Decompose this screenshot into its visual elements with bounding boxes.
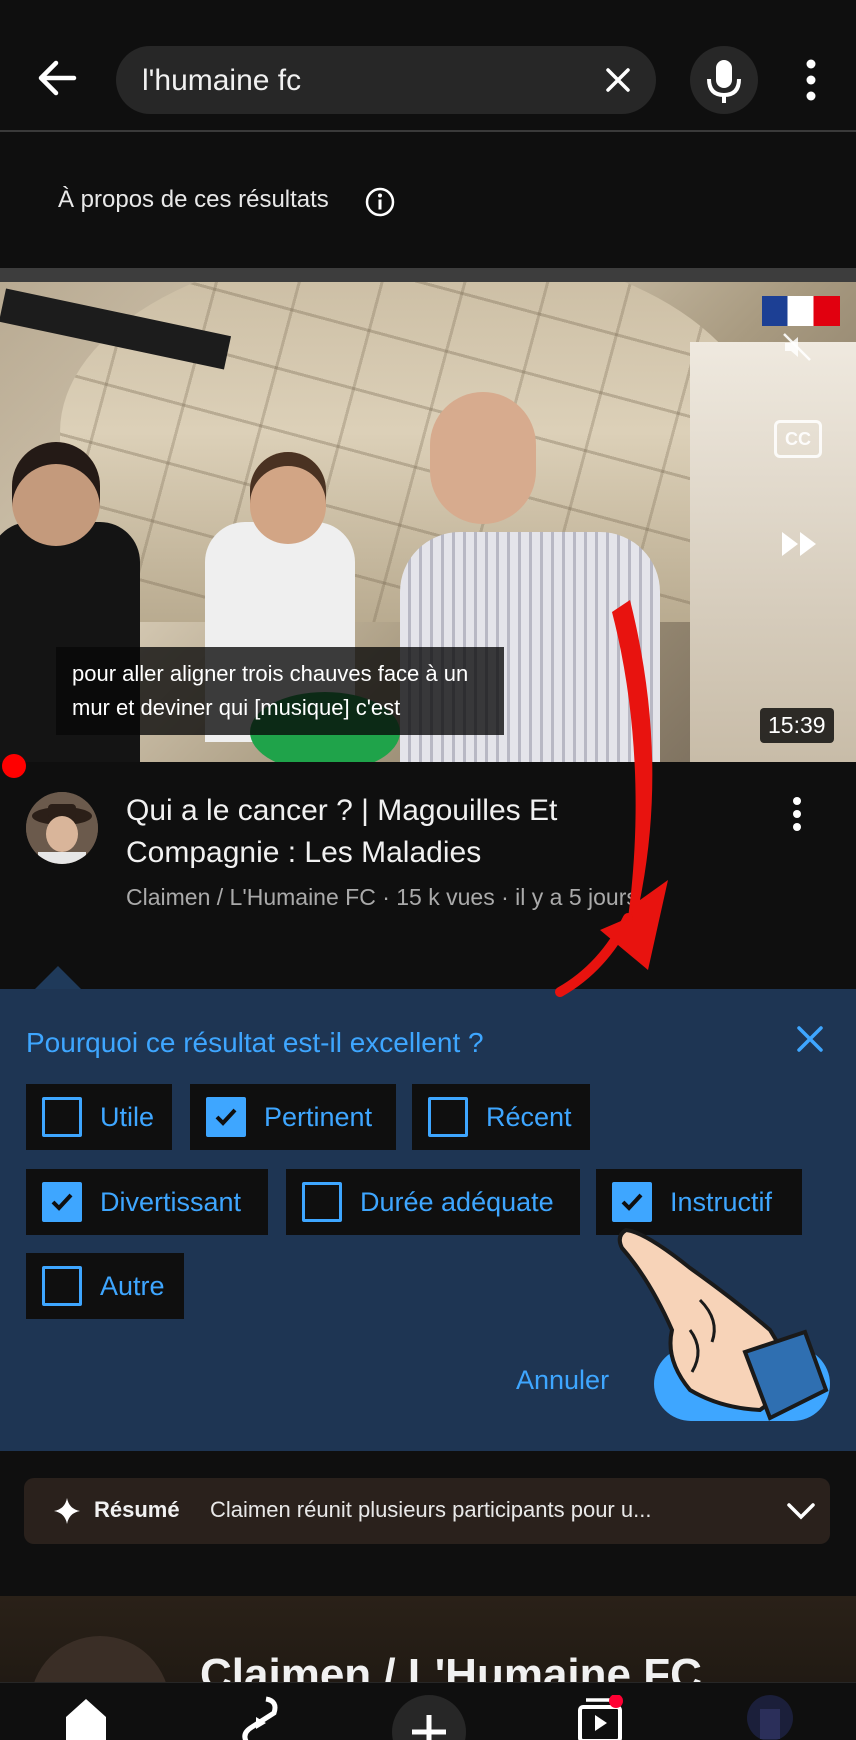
voice-search-button[interactable] [690,46,758,114]
video-title[interactable]: Qui a le cancer ? | Magouilles Et Compag… [126,790,626,874]
checkbox[interactable] [302,1182,342,1222]
checkbox-checked[interactable] [612,1182,652,1222]
back-button[interactable] [30,50,86,106]
section-separator [0,268,856,282]
government-logo [762,296,840,326]
cancel-button[interactable]: Annuler [516,1365,609,1396]
nav-create-button[interactable] [392,1695,466,1740]
red-arrow-icon [555,913,633,997]
avatar-image [26,792,98,864]
option-pertinent[interactable]: Pertinent [190,1084,396,1150]
playback-progress-dot[interactable] [2,754,26,778]
option-instructif[interactable]: Instructif [596,1169,802,1235]
option-duree-adequate[interactable]: Durée adéquate [286,1169,580,1235]
fast-forward-button[interactable] [778,528,822,560]
option-utile[interactable]: Utile [26,1084,172,1150]
summary-label: Résumé [94,1497,180,1522]
more-vert-icon [806,59,816,101]
video-metadata: Claimen / L'Humaine FC · 15 k vues · il … [126,884,638,910]
option-recent[interactable]: Récent [412,1084,590,1150]
video-caption: pour aller aligner trois chauves face à … [56,647,504,735]
person-left-head [12,442,100,546]
checkbox-checked[interactable] [42,1182,82,1222]
feedback-title: Pourquoi ce résultat est-il excellent ? [26,1027,484,1058]
info-icon [365,187,395,217]
video-thumbnail[interactable]: CC pour aller aligner trois chauves face… [0,282,856,762]
option-label: Récent [486,1101,572,1132]
option-label: Instructif [670,1186,773,1217]
check-icon [51,1193,73,1211]
checkbox[interactable] [42,1266,82,1306]
close-icon [797,1026,823,1052]
channel-avatar[interactable] [26,792,98,864]
checkbox[interactable] [42,1097,82,1137]
option-label: Divertissant [100,1186,242,1217]
close-feedback-button[interactable] [792,1021,828,1057]
volume-muted-icon [783,333,811,361]
microphone-icon [707,60,741,103]
person-right-head [430,392,536,524]
option-label: Utile [100,1101,155,1132]
top-search-bar: l'humaine fc [0,0,856,130]
search-query-text: l'humaine fc [142,64,302,97]
check-icon [215,1108,237,1126]
search-input[interactable]: l'humaine fc [116,46,656,114]
avatar [747,1695,793,1740]
option-divertissant[interactable]: Divertissant [26,1169,268,1235]
top-more-button[interactable] [796,56,826,104]
nav-shorts[interactable] [236,1695,284,1740]
top-divider [0,130,856,132]
video-duration: 15:39 [760,708,834,743]
option-autre[interactable]: Autre [26,1253,184,1319]
home-icon [66,1699,106,1740]
summary-row[interactable]: Résumé Claimen réunit plusieurs particip… [24,1478,830,1544]
summary-text: Claimen réunit plusieurs participants po… [210,1497,652,1522]
chevron-down-icon[interactable] [786,1500,816,1522]
checkbox-checked[interactable] [206,1097,246,1137]
video-more-button[interactable] [782,794,812,834]
submit-button[interactable] [654,1347,830,1421]
fast-forward-icon [782,532,816,556]
doorway-background [690,342,856,762]
about-results-link[interactable]: À propos de ces résultats [58,186,329,214]
search-results-page: l'humaine fc À propos de ces résultats C… [0,0,856,1740]
subscriptions-icon [578,1694,623,1740]
shorts-icon [242,1696,278,1740]
panel-pointer [34,966,82,990]
option-label: Pertinent [264,1101,373,1132]
feedback-panel: Pourquoi ce résultat est-il excellent ? … [0,989,856,1451]
check-icon [621,1193,643,1211]
nav-profile-avatar[interactable] [746,1695,794,1740]
info-button[interactable] [364,186,396,218]
more-vert-icon [793,797,801,831]
arrow-left-icon [38,60,77,96]
checkbox[interactable] [428,1097,468,1137]
sparkle-icon [54,1498,80,1524]
option-label: Durée adéquate [360,1186,554,1217]
clear-search-button[interactable] [598,60,638,100]
nav-home[interactable] [62,1695,110,1740]
bottom-navigation [0,1682,856,1740]
person-center-head [250,452,326,544]
plus-icon [412,1715,446,1740]
close-icon [606,68,630,92]
nav-subscriptions[interactable] [576,1694,624,1740]
option-label: Autre [100,1270,165,1301]
muted-button[interactable] [780,330,814,364]
captions-button[interactable]: CC [774,420,822,458]
